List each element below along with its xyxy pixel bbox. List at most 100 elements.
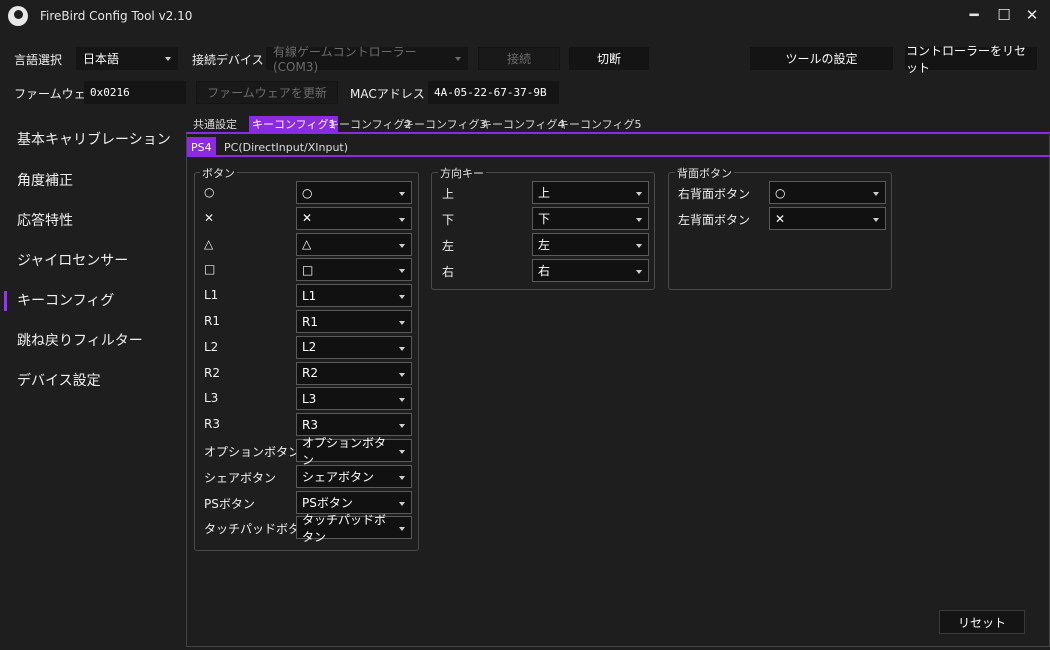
chevron-down-icon (636, 218, 642, 222)
chevron-down-icon (165, 56, 171, 61)
chevron-down-icon (399, 398, 405, 403)
button-mapping-label: R3 (204, 417, 220, 432)
button-mapping-select[interactable]: L1 (296, 284, 412, 308)
chevron-down-icon (873, 218, 879, 222)
button-mapping-select-value: ○ (302, 185, 313, 200)
direction-mapping-label: 右 (442, 265, 455, 279)
chevron-down-icon (399, 372, 405, 377)
buttons-group-title: ボタン (200, 165, 237, 181)
chevron-down-icon (399, 269, 405, 274)
language-select[interactable]: 日本語 (76, 47, 178, 70)
button-mapping-select-value: R1 (302, 314, 318, 329)
button-mapping-select-value: L1 (302, 288, 317, 303)
chevron-down-icon (399, 217, 405, 222)
chevron-down-icon (399, 243, 405, 248)
button-mapping-select-value: シェアボタン (302, 469, 375, 484)
chevron-down-icon (399, 501, 405, 506)
back-button-mapping-select[interactable]: ○ (769, 181, 886, 204)
button-mapping-select[interactable]: R2 (296, 361, 412, 385)
tab-key-config-3[interactable]: キーコンフィグ3 (400, 116, 489, 132)
chevron-down-icon (636, 192, 642, 196)
button-mapping-select[interactable]: L3 (296, 387, 412, 411)
back-button-mapping-label: 左背面ボタン (678, 213, 751, 227)
button-mapping-label: ✕ (204, 210, 215, 225)
button-mapping-label: L3 (204, 391, 219, 406)
button-mapping-select[interactable]: □ (296, 258, 412, 282)
sidebar-item-gyro-sensor[interactable]: ジャイロセンサー (0, 240, 186, 280)
button-mapping-select[interactable]: △ (296, 232, 412, 256)
button-mapping-select-value: タッチパッドボタン (302, 512, 387, 544)
tab-key-config-5[interactable]: キーコンフィグ5 (555, 116, 644, 132)
back-buttons-group-title: 背面ボタン (675, 165, 734, 181)
device-select-value: 有線ゲームコントローラー(COM3) (273, 45, 417, 74)
chevron-down-icon (399, 321, 405, 325)
tool-settings-button[interactable]: ツールの設定 (750, 47, 893, 70)
button-mapping-label: シェアボタン (204, 470, 277, 485)
chevron-down-icon (636, 270, 642, 274)
direction-keys-group-title: 方向キー (438, 165, 486, 181)
button-mapping-select-value: L2 (302, 340, 317, 355)
button-mapping-select-value: L3 (302, 391, 317, 406)
back-button-mapping-label: 右背面ボタン (678, 187, 751, 201)
subtab-ps4[interactable]: PS4 (187, 137, 216, 157)
sidebar-item-device-settings[interactable]: デバイス設定 (0, 360, 186, 400)
button-mapping-label: △ (204, 236, 214, 251)
button-mapping-label: R2 (204, 365, 220, 380)
tab-common-settings[interactable]: 共通設定 (190, 116, 240, 132)
button-mapping-select[interactable]: ✕ (296, 206, 412, 230)
chevron-down-icon (399, 424, 405, 429)
subtab-pc[interactable]: PC(DirectInput/XInput) (220, 137, 352, 157)
button-mapping-select-value: PSボタン (302, 495, 353, 510)
sidebar-item-basic-calibration[interactable]: 基本キャリブレーション (0, 119, 186, 159)
device-select[interactable]: 有線ゲームコントローラー(COM3) (266, 45, 468, 74)
button-mapping-select[interactable]: オプションボタン (296, 436, 412, 467)
button-mapping-label: PSボタン (204, 496, 255, 511)
sidebar-item-angle-correction[interactable]: 角度補正 (0, 160, 186, 200)
button-mapping-select-value: オプションボタン (302, 435, 387, 467)
direction-mapping-select[interactable]: 下 (532, 207, 649, 230)
mac-address-label: MACアドレス (350, 87, 425, 101)
direction-mapping-select[interactable]: 左 (532, 233, 649, 256)
chevron-down-icon (873, 192, 879, 196)
sidebar-item-rebound-filter[interactable]: 跳ね戻りフィルター (0, 320, 186, 360)
button-mapping-label: L1 (204, 288, 219, 303)
chevron-down-icon (455, 56, 461, 61)
back-button-mapping-select[interactable]: ✕ (769, 207, 886, 230)
direction-mapping-label: 左 (442, 239, 455, 253)
chevron-down-icon (399, 295, 405, 300)
direction-mapping-select[interactable]: 右 (532, 259, 649, 282)
button-mapping-select[interactable]: シェアボタン (296, 464, 412, 488)
chevron-down-icon (399, 346, 405, 351)
button-mapping-select[interactable]: ○ (296, 181, 412, 204)
firmware-version-field: 0x0216 (84, 81, 186, 104)
direction-mapping-label: 上 (442, 187, 455, 201)
mac-address-field: 4A-05-22-67-37-9B (428, 81, 559, 104)
direction-mapping-select-value: 上 (538, 186, 551, 200)
reset-button[interactable]: リセット (939, 610, 1025, 634)
reset-controller-button[interactable]: コントローラーをリセット (905, 44, 1037, 75)
sidebar-item-response[interactable]: 応答特性 (0, 200, 186, 240)
button-mapping-select[interactable]: R1 (296, 310, 412, 333)
app-logo-icon (8, 6, 28, 26)
button-mapping-select-value: □ (302, 262, 314, 277)
button-mapping-label: R1 (204, 314, 220, 328)
connect-button[interactable]: 接続 (478, 47, 560, 70)
button-mapping-select-value: R3 (302, 417, 318, 432)
update-firmware-button[interactable]: ファームウェアを更新 (196, 81, 338, 104)
disconnect-button[interactable]: 切断 (569, 47, 649, 70)
button-mapping-select-value: ✕ (302, 211, 313, 226)
sidebar-item-key-config[interactable]: キーコンフィグ (0, 280, 186, 320)
close-button[interactable]: ✕ (1014, 0, 1050, 30)
direction-mapping-select-value: 下 (538, 212, 551, 226)
language-label: 言語選択 (14, 53, 63, 67)
direction-mapping-select[interactable]: 上 (532, 181, 649, 204)
button-mapping-select[interactable]: L2 (296, 335, 412, 359)
chevron-down-icon (399, 450, 405, 454)
device-label: 接続デバイス (192, 53, 264, 67)
back-button-mapping-select-value: ○ (775, 185, 786, 200)
button-mapping-select-value: △ (302, 237, 312, 252)
button-mapping-select[interactable]: タッチパッドボタン (296, 513, 412, 544)
back-button-mapping-select-value: ✕ (775, 211, 786, 226)
button-mapping-label: オプションボタン (204, 445, 301, 459)
button-mapping-select-value: R2 (302, 366, 318, 381)
